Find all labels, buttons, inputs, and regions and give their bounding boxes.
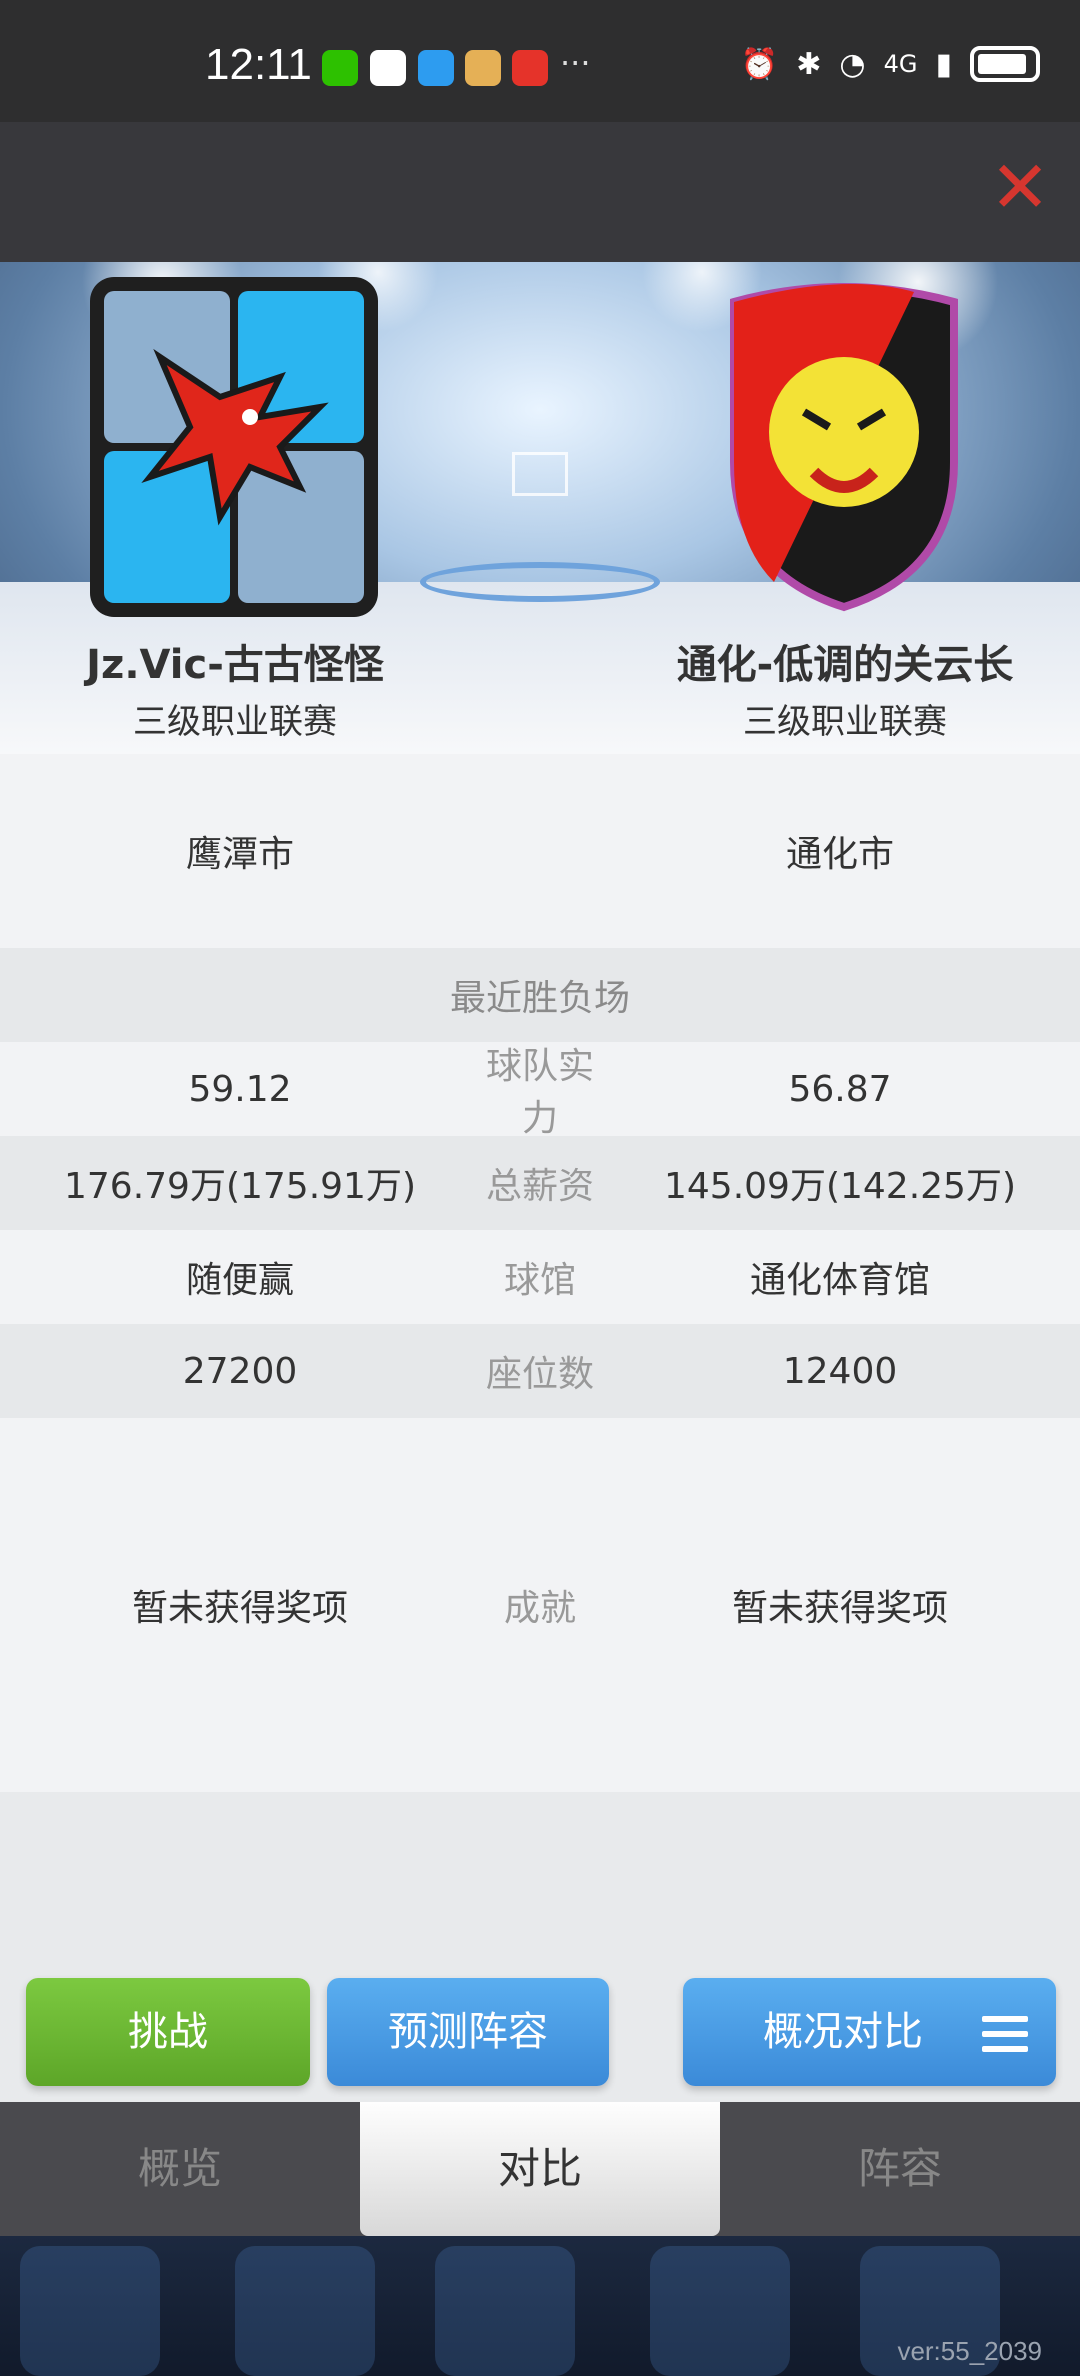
nav-item[interactable]	[235, 2246, 375, 2376]
left-seats: 27200	[182, 1350, 298, 1392]
recent-record-row: 最近胜负场	[0, 948, 1080, 1042]
predict-lineup-button[interactable]: 预测阵容	[327, 1978, 609, 2086]
achievement-label: 成就	[503, 1588, 576, 1629]
app-icon	[465, 50, 501, 86]
signal-icon: ▮	[935, 46, 952, 82]
achievement-row: 暂未获得奖项 成就 暂未获得奖项	[0, 1418, 1080, 1792]
tab-compare[interactable]: 对比	[360, 2102, 720, 2236]
nav-item[interactable]	[435, 2246, 575, 2376]
recent-record-label: 最近胜负场	[449, 978, 630, 1019]
right-team-logo	[730, 283, 958, 612]
arena-label: 球馆	[503, 1260, 576, 1301]
top-bar: ✕	[0, 122, 1080, 262]
strength-row: 59.12 球队实力 56.87	[0, 1042, 1080, 1139]
strength-label: 球队实力	[485, 1046, 594, 1139]
right-team-league: 三级职业联赛	[743, 702, 947, 742]
overview-compare-button[interactable]: 概况对比	[683, 1978, 1056, 2086]
right-team-name: 通化-低调的关云长	[676, 642, 1014, 688]
alarm-icon: ⏰	[740, 46, 779, 82]
tab-lineup[interactable]: 阵容	[720, 2102, 1080, 2236]
right-city: 通化市	[785, 834, 894, 875]
team-header: Jz.Vic-古古怪怪 三级职业联赛 通化-低调的关云长 三级职业联赛	[0, 262, 1080, 754]
network-label: 4G	[883, 50, 918, 78]
city-row: 鹰潭市 通化市	[0, 754, 1080, 948]
status-bar: 12:11 ··· ⏰ ✱ ◔ 4G ▮	[0, 0, 1080, 122]
salary-label: 总薪资	[485, 1166, 594, 1207]
nav-item[interactable]	[650, 2246, 790, 2376]
tab-overview[interactable]: 概览	[0, 2102, 360, 2236]
left-strength: 59.12	[188, 1068, 292, 1110]
right-strength: 56.87	[788, 1068, 892, 1110]
ting-icon	[512, 50, 548, 86]
right-achievement: 暂未获得奖项	[731, 1588, 948, 1629]
battery-icon	[970, 46, 1040, 82]
seats-row: 27200 座位数 12400	[0, 1324, 1080, 1418]
left-city: 鹰潭市	[185, 834, 294, 875]
dragon-icon	[141, 348, 329, 526]
challenge-button[interactable]: 挑战	[26, 1978, 310, 2086]
wifi-icon: ◔	[839, 46, 866, 82]
left-team-name: Jz.Vic-古古怪怪	[86, 642, 384, 688]
arena-row: 随便赢 球馆 通化体育馆	[0, 1230, 1080, 1324]
left-achievement: 暂未获得奖项	[131, 1588, 348, 1629]
left-salary: 176.79万(175.91万)	[63, 1166, 417, 1207]
tab-bar: 概览 对比 阵容	[0, 2102, 1080, 2236]
more-notifications-icon: ···	[560, 44, 591, 82]
bluetooth-icon: ✱	[796, 46, 822, 82]
menu-icon	[982, 2016, 1028, 2052]
basketball-hoop	[512, 452, 568, 496]
salary-row: 176.79万(175.91万) 总薪资 145.09万(142.25万)	[0, 1136, 1080, 1230]
close-button[interactable]: ✕	[988, 151, 1052, 223]
wechat-icon	[322, 50, 358, 86]
seats-label: 座位数	[485, 1354, 594, 1395]
nav-item[interactable]	[20, 2246, 160, 2376]
right-arena: 通化体育馆	[749, 1260, 930, 1301]
right-seats: 12400	[782, 1350, 898, 1392]
version-label: ver:55_2039	[897, 2336, 1042, 2366]
left-arena: 随便赢	[185, 1260, 294, 1301]
left-team-logo	[90, 277, 378, 617]
bottom-navigation: ver:55_2039	[0, 2236, 1080, 2376]
court-circle	[420, 562, 660, 602]
overview-compare-label: 概况对比	[763, 2009, 923, 2055]
message-icon	[418, 50, 454, 86]
qq-icon	[370, 50, 406, 86]
status-time: 12:11	[205, 40, 312, 89]
left-team-league: 三级职业联赛	[133, 702, 337, 742]
right-salary: 145.09万(142.25万)	[663, 1166, 1017, 1207]
